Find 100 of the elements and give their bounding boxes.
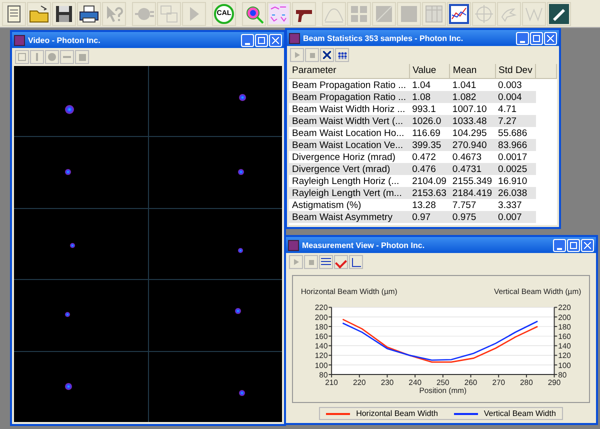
table-cell: 55.686	[495, 127, 536, 139]
beam-spot	[64, 312, 70, 317]
beam-spot	[238, 169, 244, 176]
axis-title: Position (mm)	[419, 386, 467, 395]
legend-label: Vertical Beam Width	[484, 409, 556, 418]
minimize-button[interactable]	[553, 238, 566, 252]
table-cell: 83.966	[495, 139, 536, 151]
table-cell: 116.69	[409, 127, 450, 139]
column-header[interactable]: Mean	[449, 64, 496, 78]
table-cell: Beam Propagation Ratio ...	[289, 91, 410, 103]
axis-title: Vertical Beam Width (µm)	[494, 286, 582, 296]
table-cell: 16.910	[495, 175, 536, 187]
table-cell: Divergence Horiz (mrad)	[289, 151, 410, 163]
maximize-button[interactable]	[530, 32, 543, 44]
table-cell: 270.940	[449, 139, 496, 151]
beam-spot	[238, 248, 243, 252]
tick-label: 220	[353, 378, 366, 388]
beam-spot	[239, 390, 246, 396]
table-cell: 0.0017	[495, 151, 536, 163]
scatter-tool-button[interactable]	[335, 48, 349, 62]
tick-label: 240	[408, 378, 422, 388]
table-cell: 1.04	[409, 78, 450, 91]
beam-spot	[64, 104, 74, 114]
table-cell: Astigmatism (%)	[289, 199, 410, 211]
table-cell: Beam Waist Location Ve...	[289, 139, 410, 151]
table-cell: 1026.0	[409, 115, 450, 127]
tick-label: 80	[319, 370, 328, 380]
list-tool-button[interactable]	[319, 255, 333, 269]
table-cell: 0.007	[495, 211, 536, 223]
maximize-button[interactable]	[255, 34, 268, 46]
table-cell: 0.472	[409, 151, 450, 163]
table-cell: 0.0025	[495, 163, 536, 175]
tick-label: 290	[548, 378, 561, 388]
tick-label: 200	[558, 312, 571, 322]
table-cell: Beam Propagation Ratio ...	[289, 78, 410, 91]
table-cell: 0.975	[449, 211, 496, 223]
tick-label: 100	[314, 360, 328, 370]
tick-label: 120	[558, 351, 571, 360]
minimize-button[interactable]	[516, 32, 529, 44]
window-title: Measurement View - Photon Inc.	[302, 240, 426, 250]
table-cell: 0.003	[495, 78, 536, 91]
beam-spot	[239, 94, 246, 102]
check-tool-button[interactable]	[334, 255, 348, 269]
tick-label: 80	[558, 370, 567, 380]
column-header[interactable]: Parameter	[289, 64, 410, 78]
beam-spot	[70, 242, 76, 248]
document-icon[interactable]	[2, 2, 26, 26]
table-cell: 2104.09	[409, 175, 450, 187]
table-cell: Beam Waist Width Horiz ...	[289, 103, 410, 115]
column-header[interactable]: Value	[409, 64, 450, 78]
tick-label: 210	[325, 378, 338, 388]
table-cell: Rayleigh Length Vert (m...	[289, 187, 410, 199]
tick-label: 230	[380, 378, 394, 388]
table-cell: 13.28	[409, 199, 450, 211]
tick-label: 180	[314, 322, 328, 332]
printer-icon[interactable]	[77, 2, 101, 26]
table-cell: 2153.63	[409, 187, 450, 199]
tick-label: 250	[436, 378, 450, 388]
tick-label: 270	[492, 378, 505, 388]
app-icon	[14, 34, 25, 46]
axes-tool-button[interactable]	[349, 255, 363, 269]
folder-icon[interactable]	[27, 2, 51, 26]
table-cell: Beam Waist Location Ho...	[289, 127, 410, 139]
close-button[interactable]	[269, 34, 282, 46]
tick-label: 120	[314, 351, 328, 360]
table-cell: Rayleigh Length Horiz (...	[289, 175, 410, 187]
tick-label: 220	[558, 303, 571, 312]
maximize-button[interactable]	[567, 238, 580, 252]
left-axis	[328, 306, 332, 375]
table-cell: 1033.48	[449, 115, 496, 127]
table-cell: 4.71	[495, 103, 536, 115]
linechart-icon[interactable]	[447, 2, 471, 26]
tick-label: 180	[558, 322, 571, 332]
app-icon	[289, 32, 300, 44]
target-icon[interactable]	[242, 2, 266, 26]
close-button[interactable]	[581, 238, 594, 252]
right-axis	[554, 306, 558, 375]
beam-spot	[64, 383, 72, 390]
table-cell: 104.295	[449, 127, 496, 139]
table-cell: 26.038	[495, 187, 536, 199]
beam-spot	[64, 169, 71, 176]
app-icon	[288, 240, 299, 250]
table-cell: 1007.10	[449, 103, 496, 115]
table-cell: 7.27	[495, 115, 536, 127]
table-cell: 0.4731	[449, 163, 496, 175]
close-tool-button[interactable]	[320, 48, 334, 62]
tick-label: 200	[314, 312, 328, 322]
tick-label: 160	[558, 332, 571, 341]
table-cell: Divergence Vert (mrad)	[289, 163, 410, 175]
axis-title: Horizontal Beam Width (µm)	[300, 286, 398, 296]
column-header[interactable]: Std Dev	[495, 64, 536, 78]
minimize-button[interactable]	[241, 34, 254, 46]
tick-label: 280	[520, 378, 533, 388]
table-cell: 0.97	[409, 211, 450, 223]
table-cell: Beam Waist Asymmetry	[289, 211, 410, 223]
table-cell: 0.476	[409, 163, 450, 175]
table-cell: Beam Waist Width Vert (...	[289, 115, 410, 127]
close-button[interactable]	[544, 32, 557, 44]
table-cell: 0.4673	[449, 151, 496, 163]
tick-label: 140	[314, 342, 328, 351]
